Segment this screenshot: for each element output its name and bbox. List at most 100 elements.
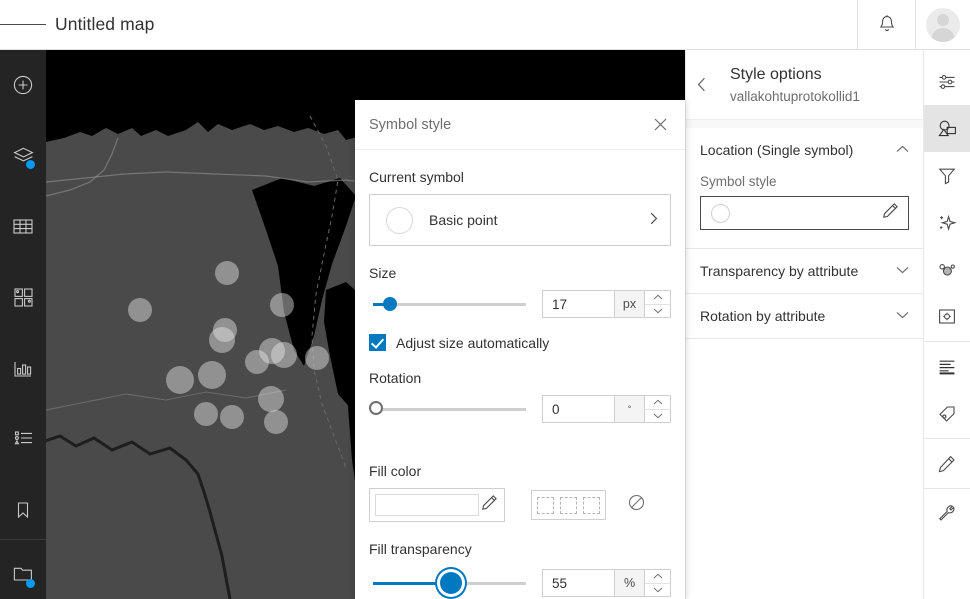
filter-funnel-icon: [938, 168, 956, 184]
right-rail-divider-3: [924, 488, 970, 489]
size-slider-handle[interactable]: [383, 297, 397, 311]
styles-icon: [937, 120, 956, 136]
sidebar-item-folders[interactable]: [0, 550, 46, 599]
panel-title: Style options: [730, 66, 822, 84]
close-icon[interactable]: [649, 114, 671, 136]
symbol-style-field[interactable]: [700, 196, 909, 230]
bar-chart-icon: [14, 361, 32, 377]
pencil-edit-icon: [938, 455, 955, 472]
chevron-left-icon[interactable]: [686, 50, 716, 120]
rail-divider: [0, 539, 46, 540]
right-rail-divider-2: [924, 438, 970, 439]
current-symbol-label: Current symbol: [369, 169, 464, 185]
recent-color-slot[interactable]: [537, 496, 554, 514]
right-rail-divider: [924, 341, 970, 342]
adjust-size-checkbox[interactable]: [369, 334, 386, 351]
folders-badge: [26, 579, 35, 588]
fill-color-swatch: [375, 494, 479, 516]
chevron-up-icon[interactable]: [896, 144, 909, 156]
page-title[interactable]: Untitled map: [55, 14, 154, 35]
header-actions: [857, 0, 970, 49]
app-header: Untitled map: [0, 0, 970, 50]
chevron-down-icon-2[interactable]: [896, 310, 909, 322]
tab-effects[interactable]: [924, 199, 970, 246]
sidebar-item-charts[interactable]: [0, 344, 46, 393]
tab-edit[interactable]: [924, 440, 970, 487]
section-location-body: Symbol style: [686, 172, 923, 248]
basemap-gallery-icon: [13, 288, 33, 307]
fill-color-field[interactable]: [369, 488, 505, 522]
circle-symbol-preview: [386, 206, 413, 234]
sidebar-item-basemap[interactable]: [0, 273, 46, 322]
fill-transparency-handle[interactable]: [440, 572, 462, 594]
dialog-title: Symbol style: [369, 116, 452, 133]
section-rotation-header[interactable]: Rotation by attribute: [686, 294, 923, 338]
wrench-icon: [939, 504, 955, 521]
fill-transparency-input[interactable]: [542, 569, 614, 597]
layers-badge: [26, 160, 35, 169]
chevron-down-icon-3[interactable]: [645, 408, 670, 423]
panel-spacer: [686, 120, 923, 128]
size-stepper: [645, 290, 671, 318]
recent-color-slot[interactable]: [583, 496, 600, 514]
size-input[interactable]: [542, 290, 614, 318]
chevron-down-icon-4[interactable]: [645, 582, 670, 597]
tab-tools[interactable]: [924, 490, 970, 537]
sidebar-item-bookmarks[interactable]: [0, 486, 46, 535]
sliders-icon: [939, 74, 955, 89]
chevron-up-icon[interactable]: [645, 291, 670, 304]
section-rotation-by-attribute: Rotation by attribute: [686, 294, 923, 339]
label-tag-icon: [939, 405, 955, 422]
tab-fields[interactable]: [924, 343, 970, 390]
recent-color-slot[interactable]: [560, 496, 577, 514]
sparkle-effects-icon: [940, 214, 957, 231]
rotation-input[interactable]: [542, 395, 614, 423]
size-unit: px: [614, 290, 645, 318]
rotation-stepper: [645, 395, 671, 423]
dialog-header: Symbol style: [355, 100, 685, 150]
size-slider[interactable]: [373, 294, 526, 314]
fill-transparency-unit: %: [614, 569, 645, 597]
size-label: Size: [369, 265, 397, 281]
sidebar-item-add-layer[interactable]: [0, 60, 46, 109]
chevron-down-icon[interactable]: [896, 265, 909, 277]
tab-filter[interactable]: [924, 152, 970, 199]
no-color-icon[interactable]: [628, 494, 645, 516]
bookmark-icon: [17, 502, 29, 519]
current-symbol-row[interactable]: Basic point: [369, 194, 671, 246]
fields-list-icon: [939, 360, 955, 374]
fill-transparency-stepper: [645, 569, 671, 597]
rotation-slider[interactable]: [369, 399, 526, 419]
tab-styles[interactable]: [924, 105, 970, 152]
rotation-slider-handle[interactable]: [369, 401, 383, 415]
tab-aggregation[interactable]: [924, 246, 970, 293]
rotation-numberbox: °: [542, 395, 671, 423]
pencil-icon[interactable]: [481, 494, 498, 516]
sidebar-item-tables[interactable]: [0, 202, 46, 251]
chevron-up-icon-3[interactable]: [645, 570, 670, 583]
chevron-right-icon[interactable]: [650, 212, 658, 228]
avatar[interactable]: [916, 0, 970, 49]
bell-icon[interactable]: [858, 0, 915, 49]
chevron-up-icon-2[interactable]: [645, 396, 670, 409]
sidebar-item-layers[interactable]: [0, 131, 46, 180]
section-location-single-symbol: Location (Single symbol) Symbol style: [686, 128, 923, 249]
fill-color-label: Fill color: [369, 463, 422, 479]
table-icon: [13, 219, 33, 234]
pencil-icon[interactable]: [882, 202, 899, 224]
size-numberbox: px: [542, 290, 671, 318]
section-location-header[interactable]: Location (Single symbol): [686, 128, 923, 172]
fill-transparency-slider[interactable]: [373, 572, 526, 594]
circle-symbol-preview: [711, 203, 730, 223]
plus-circle-icon: [13, 75, 33, 94]
tab-properties[interactable]: [924, 58, 970, 105]
adjust-size-automatically-row[interactable]: Adjust size automatically: [369, 334, 671, 351]
right-toolbar: [923, 50, 970, 599]
sidebar-item-legend[interactable]: [0, 415, 46, 464]
hamburger-icon[interactable]: [0, 0, 46, 49]
rotation-slider-track: [373, 408, 526, 411]
chevron-down-icon[interactable]: [645, 303, 670, 318]
tab-configure-popup[interactable]: [924, 293, 970, 340]
section-transparency-header[interactable]: Transparency by attribute: [686, 249, 923, 293]
tab-labels[interactable]: [924, 390, 970, 437]
